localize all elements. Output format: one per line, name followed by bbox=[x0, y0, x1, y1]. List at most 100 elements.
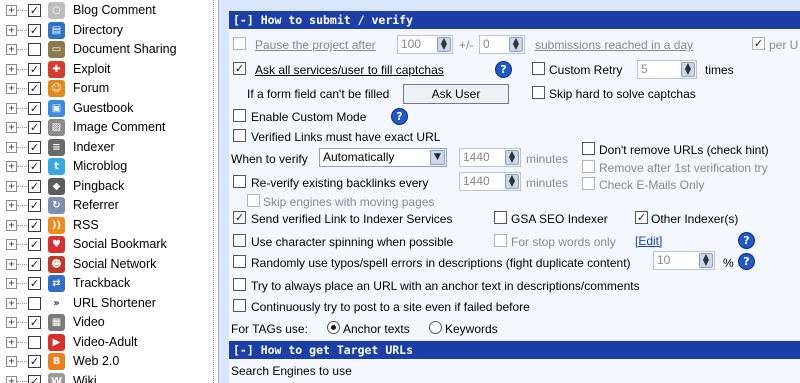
chevron-down-icon[interactable]: ▼ bbox=[430, 150, 445, 165]
when-verify-select[interactable]: Automatically ▼ bbox=[319, 148, 447, 167]
tree-item-checkbox[interactable]: ✓ bbox=[28, 374, 41, 383]
stop-words-checkbox[interactable] bbox=[494, 234, 507, 247]
help-icon[interactable]: ? bbox=[495, 61, 512, 78]
tree-item-checkbox[interactable]: ✓ bbox=[28, 121, 41, 134]
expand-icon[interactable]: + bbox=[6, 336, 17, 348]
tree-item-checkbox[interactable]: ✓ bbox=[28, 140, 41, 154]
retry-spinner[interactable]: 5 ▲ ▼ bbox=[637, 60, 697, 79]
tree-item-checkbox[interactable] bbox=[28, 335, 41, 349]
tree-item-checkbox[interactable]: ✓ bbox=[28, 62, 41, 76]
spinner-arrows-icon[interactable]: ▲ ▼ bbox=[437, 37, 451, 52]
tree-item[interactable]: + ✓)) RSS bbox=[0, 216, 214, 235]
custom-retry-checkbox[interactable] bbox=[532, 62, 545, 75]
spinner-arrows-icon[interactable]: ▲ ▼ bbox=[505, 150, 519, 165]
help-icon[interactable]: ? bbox=[391, 108, 408, 125]
pause-count-spinner[interactable]: 100 ▲ ▼ bbox=[397, 35, 453, 54]
target-section-header[interactable]: [-] How to get Target URLs bbox=[229, 341, 800, 359]
tree-item[interactable]: + ✓ ☺ Forum bbox=[0, 79, 214, 98]
tree-item-checkbox[interactable]: ✓ bbox=[28, 316, 41, 329]
tree-item[interactable]: + ✓ ≡ Indexer bbox=[0, 138, 214, 157]
char-spinning-checkbox[interactable] bbox=[233, 234, 246, 247]
expand-icon[interactable]: + bbox=[6, 83, 17, 94]
tree-item-checkbox[interactable] bbox=[28, 296, 41, 310]
expand-icon[interactable]: + bbox=[6, 219, 17, 231]
tree-item[interactable]: + ✓ ✚ Exploit bbox=[0, 60, 214, 79]
tree-item[interactable]: + » URL Shortener bbox=[0, 294, 214, 313]
tree-item[interactable]: + ✓ W Wiki bbox=[0, 372, 214, 383]
send-indexer-checkbox[interactable]: ✓ bbox=[233, 211, 246, 224]
per-url-checkbox[interactable]: ✓ bbox=[752, 37, 765, 50]
dont-remove-urls-checkbox[interactable] bbox=[582, 142, 595, 155]
gsa-indexer-checkbox[interactable] bbox=[494, 211, 507, 224]
tree-item-checkbox[interactable]: ✓ bbox=[28, 4, 41, 17]
expand-icon[interactable]: + bbox=[6, 258, 17, 270]
tree-item-checkbox[interactable]: ✓ bbox=[28, 277, 41, 290]
tree-item-checkbox[interactable]: ✓ bbox=[28, 23, 41, 37]
tree-item-checkbox[interactable]: ✓ bbox=[28, 101, 41, 115]
anchor-texts-radio[interactable] bbox=[327, 321, 340, 334]
remove-after-checkbox[interactable] bbox=[582, 160, 595, 173]
other-indexer-checkbox[interactable]: ✓ bbox=[635, 211, 648, 224]
expand-icon[interactable]: + bbox=[6, 297, 17, 309]
tree-item-checkbox[interactable]: ✓ bbox=[28, 160, 41, 173]
tree-item[interactable]: + ▭ Document Sharing bbox=[0, 40, 214, 59]
keywords-radio[interactable] bbox=[429, 321, 442, 334]
pause-variance-spinner[interactable]: 0 ▲ ▼ bbox=[479, 35, 525, 54]
tree-item-checkbox[interactable]: ✓ bbox=[28, 179, 41, 193]
expand-icon[interactable]: + bbox=[6, 200, 17, 211]
ask-user-button[interactable]: Ask User bbox=[403, 84, 509, 104]
edit-link[interactable]: [Edit] bbox=[635, 234, 662, 248]
tree-item-checkbox[interactable]: ✓ bbox=[28, 82, 41, 95]
check-emails-checkbox[interactable] bbox=[582, 177, 595, 190]
expand-icon[interactable]: + bbox=[6, 356, 17, 367]
submit-section-header[interactable]: [-] How to submit / verify bbox=[229, 11, 800, 29]
tree-item[interactable]: + ✓ ▣ Guestbook bbox=[0, 99, 214, 118]
help-icon[interactable]: ? bbox=[738, 232, 755, 249]
spinner-arrows-icon[interactable]: ▲ ▼ bbox=[505, 174, 519, 189]
help-icon[interactable]: ? bbox=[738, 253, 755, 270]
expand-icon[interactable]: + bbox=[6, 375, 17, 383]
reverify-minutes-spinner[interactable]: 1440 ▲ ▼ bbox=[459, 172, 521, 191]
tree-item-checkbox[interactable]: ✓ bbox=[28, 238, 41, 251]
expand-icon[interactable]: + bbox=[6, 24, 17, 36]
expand-icon[interactable]: + bbox=[6, 180, 17, 192]
tree-item[interactable]: + ✓ ↻ Referrer bbox=[0, 196, 214, 215]
expand-icon[interactable]: + bbox=[6, 161, 17, 172]
tree-item[interactable]: + ✓ ▦ Video bbox=[0, 313, 214, 332]
tree-item[interactable]: + ✓ ♥ Social Bookmark bbox=[0, 235, 214, 254]
tree-item[interactable]: + ✓ ▤ Directory bbox=[0, 21, 214, 40]
exact-url-checkbox[interactable] bbox=[233, 129, 246, 142]
expand-icon[interactable]: + bbox=[6, 5, 17, 16]
tree-item[interactable]: + ▶ Video-Adult bbox=[0, 333, 214, 352]
tree-item-checkbox[interactable] bbox=[28, 43, 41, 56]
tree-item[interactable]: + ✓ t Microblog bbox=[0, 157, 214, 176]
continuously-checkbox[interactable] bbox=[233, 299, 246, 312]
spinner-arrows-icon[interactable]: ▲ ▼ bbox=[509, 37, 523, 52]
tree-item[interactable]: + ✓ B Web 2.0 bbox=[0, 352, 214, 371]
expand-icon[interactable]: + bbox=[6, 278, 17, 289]
expand-icon[interactable]: + bbox=[6, 141, 17, 153]
expand-icon[interactable]: + bbox=[6, 63, 17, 75]
tree-item[interactable]: + ✓ ◆ Pingback bbox=[0, 177, 214, 196]
custom-mode-checkbox[interactable] bbox=[233, 109, 246, 122]
verify-minutes-spinner[interactable]: 1440 ▲ ▼ bbox=[459, 148, 521, 167]
skip-moving-checkbox[interactable] bbox=[247, 194, 260, 207]
pause-project-checkbox[interactable] bbox=[233, 37, 246, 50]
tree-item-checkbox[interactable]: ✓ bbox=[28, 355, 41, 368]
expand-icon[interactable]: + bbox=[6, 317, 17, 328]
ask-all-captcha-checkbox[interactable]: ✓ bbox=[233, 62, 246, 75]
ask-all-captcha-label[interactable]: Ask all services/user to fill captchas bbox=[255, 63, 444, 77]
anchor-url-checkbox[interactable] bbox=[233, 278, 246, 291]
reverify-checkbox[interactable] bbox=[233, 175, 246, 188]
tree-item-checkbox[interactable]: ✓ bbox=[28, 257, 41, 271]
tree-item-checkbox[interactable]: ✓ bbox=[28, 199, 41, 212]
tree-item[interactable]: + ✓ ⇄ Trackback bbox=[0, 274, 214, 293]
skip-hard-captcha-checkbox[interactable] bbox=[532, 86, 545, 99]
typos-percent-spinner[interactable]: 10 ▲ ▼ bbox=[653, 251, 715, 270]
expand-icon[interactable]: + bbox=[6, 44, 17, 55]
spinner-arrows-icon[interactable]: ▲ ▼ bbox=[681, 62, 695, 77]
typos-checkbox[interactable] bbox=[233, 255, 246, 268]
tree-item[interactable]: + ✓ ☻ Social Network bbox=[0, 255, 214, 274]
tree-item[interactable]: + ✓ ○ Blog Comment bbox=[0, 1, 214, 20]
expand-icon[interactable]: + bbox=[6, 122, 17, 133]
